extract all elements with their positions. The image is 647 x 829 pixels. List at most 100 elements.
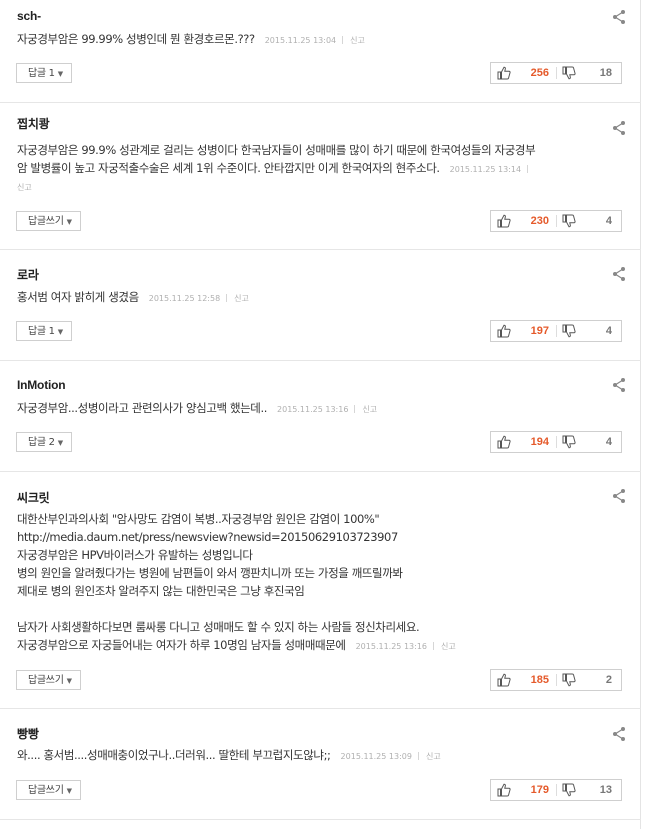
vote-box: 185 2 <box>490 669 622 691</box>
thumbs-down-icon[interactable] <box>562 673 576 687</box>
upvote-count: 194 <box>530 436 549 448</box>
comment-author[interactable]: InMotion <box>17 378 66 392</box>
comment-date: 2015.11.25 13:09 <box>340 752 412 761</box>
thumbs-up-icon[interactable] <box>497 66 511 80</box>
comment-text: 대한산부인과의사회 "암사망도 감염이 복병..자궁경부암 원인은 감염이 10… <box>17 512 420 652</box>
vote-box: 179 13 <box>490 779 622 801</box>
thumbs-up-icon[interactable] <box>497 214 511 228</box>
caret-down-icon: ▼ <box>57 70 63 78</box>
vote-divider <box>556 325 557 337</box>
comment-date: 2015.11.25 12:58 <box>148 294 221 303</box>
caret-down-icon: ▼ <box>66 218 72 226</box>
comment-date: 2015.11.25 13:16 <box>277 405 349 414</box>
comment-meta: 2015.11.25 13:16 신고 <box>277 405 377 414</box>
caret-down-icon: ▼ <box>66 677 72 685</box>
comment-date: 2015.11.25 13:14 <box>449 165 522 174</box>
report-link[interactable]: 신고 <box>426 752 441 761</box>
vote-box: 230 4 <box>490 210 622 232</box>
comment-body: 대한산부인과의사회 "암사망도 감염이 복병..자궁경부암 원인은 감염이 10… <box>17 510 621 656</box>
thumbs-down-icon[interactable] <box>562 214 576 228</box>
report-link[interactable]: 신고 <box>362 405 377 414</box>
comment-body: 자궁경부암...성병이라고 관련의사가 양심고백 했는데.. 2015.11.25… <box>17 399 621 419</box>
reply-label: 답글 1 <box>28 326 55 337</box>
comment-author[interactable]: 씨크릿 <box>17 489 50 506</box>
thumbs-down-icon[interactable] <box>562 66 576 80</box>
comment-author[interactable]: sch- <box>17 9 41 23</box>
reply-button[interactable]: 답글 1 ▼ <box>16 63 72 83</box>
comment-text: 홍서범 여자 밝히게 생겼음 <box>17 290 139 304</box>
comment-item: 찝치쾅 자궁경부암은 99.9% 성관계로 걸리는 성병이다 한국남자들이 성매… <box>0 103 641 250</box>
vote-divider <box>556 674 557 686</box>
comment-body: 자궁경부암은 99.9% 성관계로 걸리는 성병이다 한국남자들이 성매매를 많… <box>17 141 621 197</box>
vote-box: 256 18 <box>490 62 622 84</box>
vote-divider <box>556 436 557 448</box>
thumbs-up-icon[interactable] <box>497 324 511 338</box>
thumbs-up-icon[interactable] <box>497 783 511 797</box>
reply-label: 답글 1 <box>28 68 55 79</box>
reply-button[interactable]: 답글쓰기 ▼ <box>16 211 81 231</box>
comment-text: 와.... 홍서범....성매매충이었구나..더러워... 딸한테 부끄럽지도않… <box>17 748 331 762</box>
upvote-count: 256 <box>530 67 549 79</box>
comment-author[interactable]: 빵빵 <box>17 725 39 742</box>
comment-item: 빵빵 와.... 홍서범....성매매충이었구나..더러워... 딸한테 부끄럽… <box>0 709 641 820</box>
upvote-count: 230 <box>530 215 549 227</box>
comment-date: 2015.11.25 13:04 <box>264 36 337 45</box>
report-link[interactable]: 신고 <box>441 642 456 651</box>
vote-box: 197 4 <box>490 320 622 342</box>
report-link[interactable]: 신고 <box>234 294 249 303</box>
reply-label: 답글쓰기 <box>28 785 64 796</box>
vote-divider <box>556 67 557 79</box>
comment-meta: 2015.11.25 13:04 신고 <box>265 36 365 45</box>
comment-body: 와.... 홍서범....성매매충이었구나..더러워... 딸한테 부끄럽지도않… <box>17 746 621 766</box>
report-link[interactable]: 신고 <box>17 179 621 197</box>
caret-down-icon: ▼ <box>57 328 63 336</box>
report-link[interactable]: 신고 <box>350 36 365 45</box>
share-icon[interactable] <box>611 377 627 393</box>
reply-label: 답글쓰기 <box>28 675 64 686</box>
thumbs-down-icon[interactable] <box>562 324 576 338</box>
reply-button[interactable]: 답글 1 ▼ <box>16 321 72 341</box>
downvote-count: 4 <box>605 215 612 227</box>
downvote-count: 2 <box>605 674 612 686</box>
reply-label: 답글 2 <box>28 437 55 448</box>
vote-divider <box>556 215 557 227</box>
downvote-count: 13 <box>599 784 612 796</box>
caret-down-icon: ▼ <box>66 787 72 795</box>
upvote-count: 179 <box>530 784 549 796</box>
reply-button[interactable]: 답글쓰기 ▼ <box>16 670 81 690</box>
upvote-count: 185 <box>530 674 549 686</box>
comment-item: 로라 홍서범 여자 밝히게 생겼음 2015.11.25 12:58 신고 답글 1… <box>0 250 641 361</box>
reply-button[interactable]: 답글쓰기 ▼ <box>16 780 81 800</box>
reply-button[interactable]: 답글 2 ▼ <box>16 432 72 452</box>
comment-author[interactable]: 로라 <box>17 266 39 283</box>
comment-date: 2015.11.25 13:16 <box>355 642 427 651</box>
share-icon[interactable] <box>611 9 627 25</box>
comment-item: 씨크릿 대한산부인과의사회 "암사망도 감염이 복병..자궁경부암 원인은 감염… <box>0 472 641 709</box>
share-icon[interactable] <box>611 120 627 136</box>
reply-label: 답글쓰기 <box>28 216 64 227</box>
share-icon[interactable] <box>611 266 627 282</box>
comment-text: 자궁경부암...성병이라고 관련의사가 양심고백 했는데.. <box>17 401 268 415</box>
share-icon[interactable] <box>611 726 627 742</box>
downvote-count: 4 <box>605 325 612 337</box>
comment-body: 홍서범 여자 밝히게 생겼음 2015.11.25 12:58 신고 <box>17 288 621 308</box>
comment-meta: 2015.11.25 13:09 신고 <box>341 752 441 761</box>
vote-box: 194 4 <box>490 431 622 453</box>
comment-meta: 2015.11.25 13:14 <box>450 165 535 174</box>
thumbs-up-icon[interactable] <box>497 673 511 687</box>
vote-divider <box>556 784 557 796</box>
comment-meta: 2015.11.25 13:16 신고 <box>356 642 456 651</box>
caret-down-icon: ▼ <box>57 439 63 447</box>
comment-item: sch- 자궁경부암은 99.99% 성병인데 뭔 환경호르몬.??? 2015.… <box>0 0 641 103</box>
upvote-count: 197 <box>530 325 549 337</box>
comment-item: InMotion 자궁경부암...성병이라고 관련의사가 양심고백 했는데.. 2… <box>0 361 641 472</box>
comment-text: 자궁경부암은 99.99% 성병인데 뭔 환경호르몬.??? <box>17 32 255 46</box>
thumbs-up-icon[interactable] <box>497 435 511 449</box>
downvote-count: 18 <box>599 67 612 79</box>
comment-meta: 2015.11.25 12:58 신고 <box>149 294 249 303</box>
thumbs-down-icon[interactable] <box>562 783 576 797</box>
comment-body: 자궁경부암은 99.99% 성병인데 뭔 환경호르몬.??? 2015.11.25… <box>17 30 621 50</box>
thumbs-down-icon[interactable] <box>562 435 576 449</box>
comment-author[interactable]: 찝치쾅 <box>17 115 50 132</box>
share-icon[interactable] <box>611 488 627 504</box>
